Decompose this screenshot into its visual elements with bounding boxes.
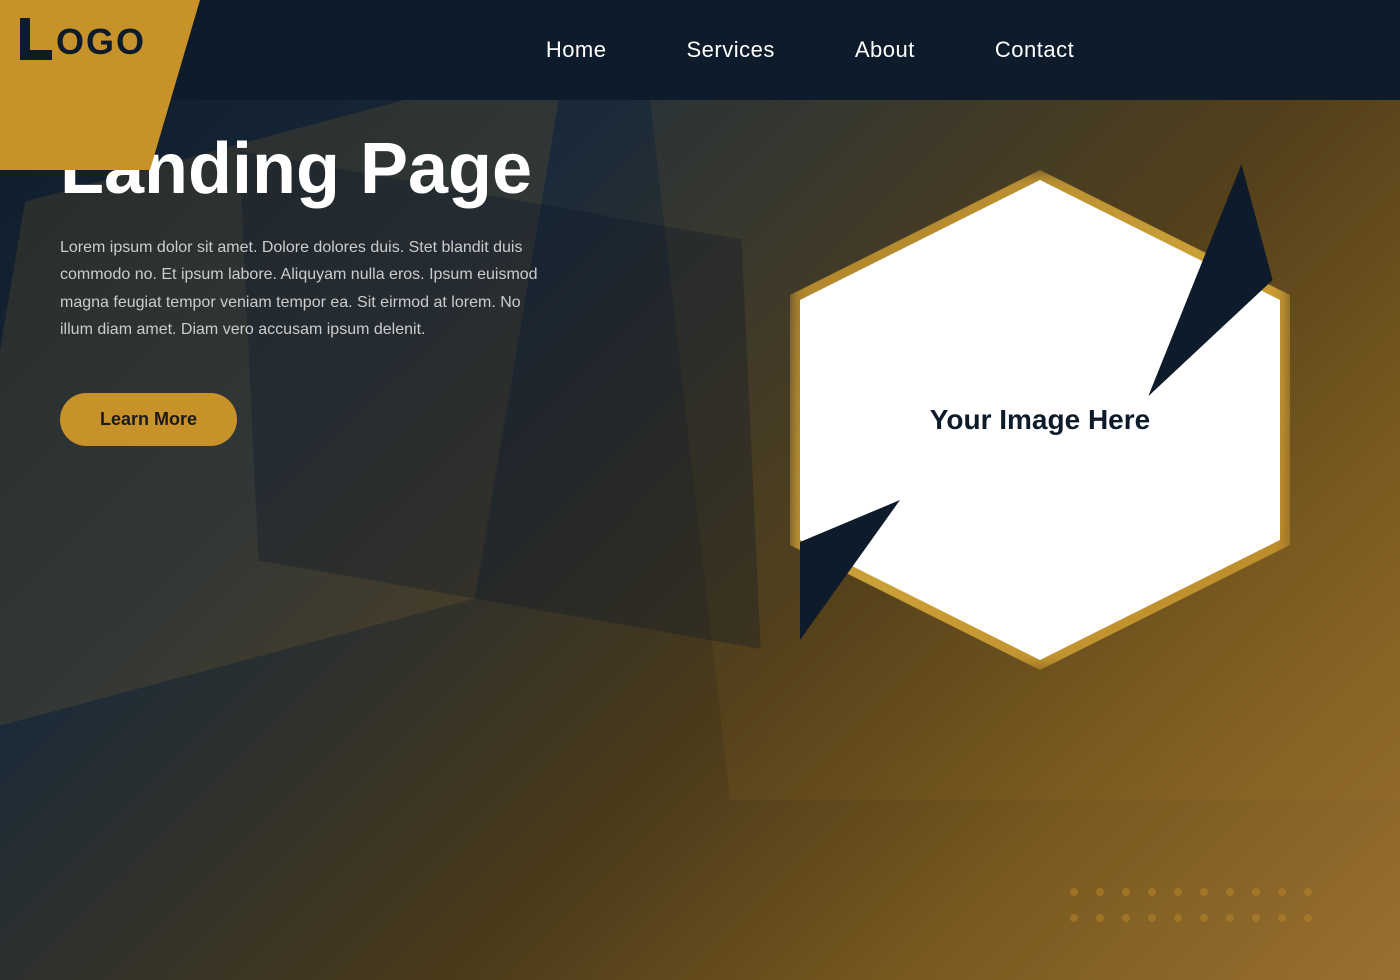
dot-10 xyxy=(1304,888,1312,896)
dot-19 xyxy=(1278,914,1286,922)
nav-contact[interactable]: Contact xyxy=(995,37,1074,63)
dot-8 xyxy=(1252,888,1260,896)
dot-15 xyxy=(1174,914,1182,922)
nav-about[interactable]: About xyxy=(855,37,915,63)
logo-l-icon xyxy=(20,18,52,60)
dot-7 xyxy=(1226,888,1234,896)
dot-14 xyxy=(1148,914,1156,922)
dot-12 xyxy=(1096,914,1104,922)
navbar: OGO Home Services About Contact xyxy=(0,0,1400,100)
dot-20 xyxy=(1304,914,1312,922)
nav-home[interactable]: Home xyxy=(546,37,607,63)
dot-11 xyxy=(1070,914,1078,922)
dot-4 xyxy=(1148,888,1156,896)
dot-13 xyxy=(1122,914,1130,922)
dot-2 xyxy=(1096,888,1104,896)
hero-description: Lorem ipsum dolor sit amet. Dolore dolor… xyxy=(60,234,540,343)
hexagon-outer: Your Image Here xyxy=(780,160,1300,680)
logo-text: OGO xyxy=(56,24,146,60)
nav-services[interactable]: Services xyxy=(687,37,775,63)
dot-18 xyxy=(1252,914,1260,922)
nav-links: Home Services About Contact xyxy=(220,37,1400,63)
dot-6 xyxy=(1200,888,1208,896)
dot-16 xyxy=(1200,914,1208,922)
dot-9 xyxy=(1278,888,1286,896)
hexagon-container: Your Image Here xyxy=(760,130,1320,710)
dot-5 xyxy=(1174,888,1182,896)
hex-image-placeholder: Your Image Here xyxy=(930,404,1150,436)
logo-container: OGO xyxy=(20,18,146,60)
dots-decoration xyxy=(1070,888,1320,930)
dot-3 xyxy=(1122,888,1130,896)
dot-1 xyxy=(1070,888,1078,896)
dot-17 xyxy=(1226,914,1234,922)
hero-content: Landing Page Lorem ipsum dolor sit amet.… xyxy=(60,130,610,446)
learn-more-button[interactable]: Learn More xyxy=(60,393,237,446)
